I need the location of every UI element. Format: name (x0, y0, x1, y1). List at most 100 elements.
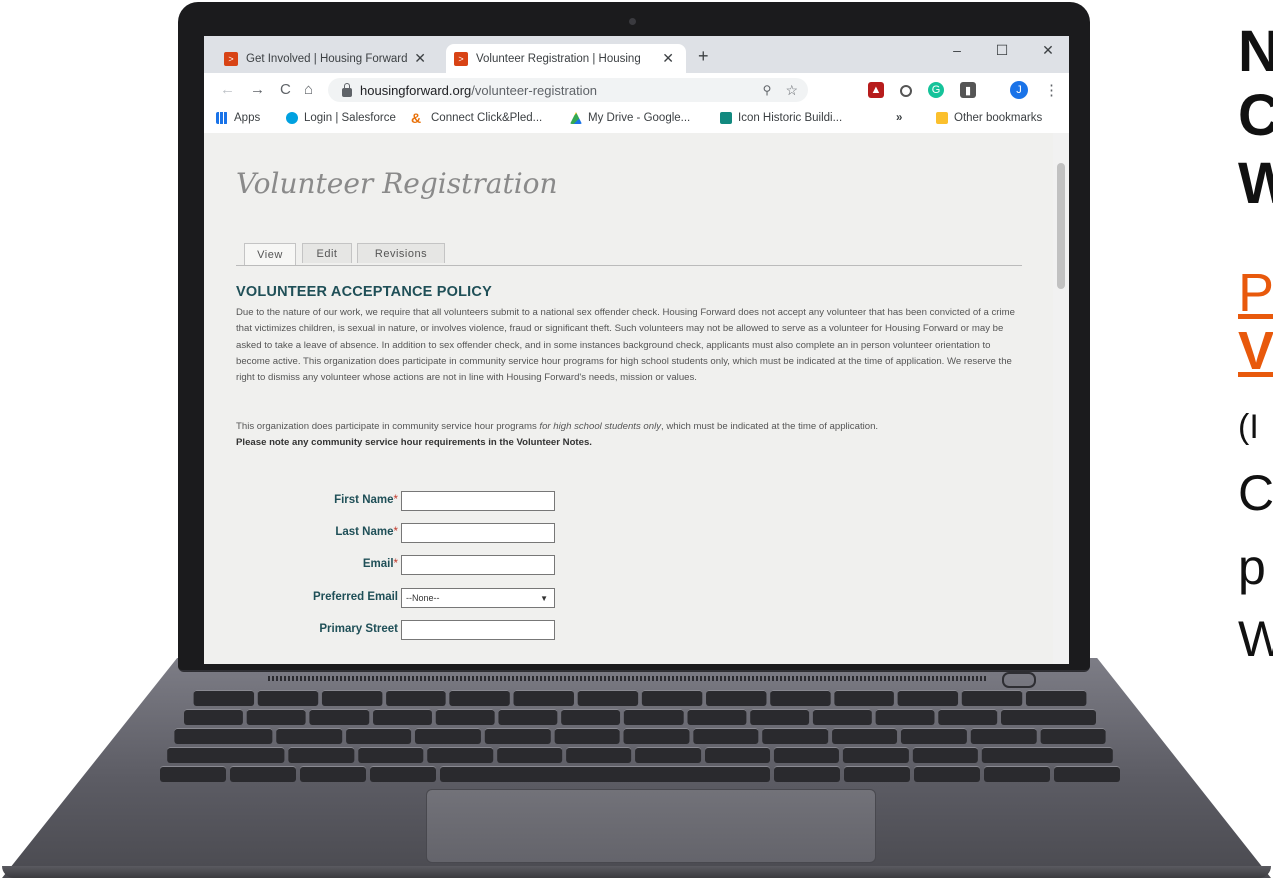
chevron-down-icon: ▼ (540, 593, 548, 603)
bookmark-star-icon[interactable]: ☆ (785, 82, 798, 99)
address-bar[interactable]: housingforward.org/volunteer-registratio… (328, 78, 808, 102)
email-row: Email* (236, 555, 636, 577)
url-path: /volunteer-registration (471, 82, 598, 98)
bookmark-icon-historic[interactable]: Icon Historic Buildi... (720, 112, 842, 124)
bookmark-label: Other bookmarks (954, 112, 1043, 124)
preferred-email-label: Preferred Email (312, 591, 398, 603)
close-tab-icon[interactable]: ✕ (662, 50, 674, 67)
clickpledge-icon: & (411, 110, 422, 126)
primary-street-row: Primary Street (236, 620, 636, 642)
profile-avatar[interactable]: J (1010, 81, 1028, 99)
icon-site-icon (720, 112, 732, 124)
record-extension-icon[interactable] (900, 85, 912, 97)
side-text-line: C (1238, 83, 1273, 148)
preferred-email-row: Preferred Email --None-- ▼ (236, 588, 636, 610)
browser-tab-volunteer-registration[interactable]: > Volunteer Registration | Housing ✕ (446, 44, 686, 73)
minimize-window-icon[interactable]: – (946, 42, 968, 58)
content-tabs: View Edit Revisions (236, 243, 1022, 266)
service-note-bold: Please note any community service hour r… (236, 437, 592, 448)
side-text-line: C (1238, 465, 1273, 521)
web-page-content: Volunteer Registration View Edit Revisio… (204, 133, 1069, 664)
power-button (1002, 672, 1036, 688)
side-text-line: W (1238, 151, 1273, 216)
service-note-text: This organization does participate in co… (236, 421, 540, 432)
side-text-line: V (1238, 321, 1273, 381)
service-note-text: , which must be indicated at the time of… (661, 421, 879, 432)
folder-icon (936, 112, 948, 124)
last-name-label: Last Name* (335, 526, 398, 538)
other-bookmarks[interactable]: Other bookmarks (936, 112, 1042, 124)
keyboard (160, 690, 1120, 788)
service-note-emphasis: for high school students only (539, 421, 662, 432)
scrollbar-thumb[interactable] (1057, 163, 1065, 289)
bookmarks-overflow-chevron-icon[interactable]: » (896, 112, 902, 124)
first-name-label: First Name* (334, 494, 398, 506)
page-scrollbar[interactable] (1053, 133, 1069, 664)
housing-forward-favicon-icon: > (454, 51, 468, 66)
keyboard-row (184, 709, 1096, 725)
policy-heading: VOLUNTEER ACCEPTANCE POLICY (236, 284, 492, 300)
policy-paragraph: Due to the nature of our work, we requir… (236, 307, 1015, 384)
extension-icon[interactable]: ▮ (960, 82, 976, 98)
grammarly-extension-icon[interactable]: G (928, 82, 944, 98)
first-name-field[interactable] (401, 491, 555, 511)
side-text-line: (I (1238, 408, 1259, 446)
close-tab-icon[interactable]: ✕ (414, 50, 426, 67)
url-host: housingforward.org (360, 82, 472, 98)
last-name-row: Last Name* (236, 523, 636, 545)
bookmark-label: Apps (234, 112, 261, 124)
keyboard-row (193, 690, 1087, 706)
laptop-screen: > Get Involved | Housing Forward ✕ > Vol… (204, 36, 1069, 664)
preferred-email-select[interactable]: --None-- ▼ (401, 588, 555, 608)
primary-street-field[interactable] (401, 620, 555, 640)
menu-kebab-icon[interactable]: ⋮ (1044, 81, 1059, 99)
preferred-email-value: --None-- (406, 593, 440, 603)
keyboard-row (174, 728, 1106, 744)
laptop-front-edge (2, 866, 1271, 878)
housing-forward-favicon-icon: > (224, 51, 238, 66)
browser-toolbar: ← → C ⌂ housingforward.org/volunteer-reg… (204, 73, 1069, 107)
tab-edit[interactable]: Edit (302, 243, 352, 263)
reload-icon[interactable]: C (280, 81, 291, 98)
zoom-icon[interactable]: ⚲ (763, 83, 772, 97)
side-caption: N C W P V (I C p W (1238, 0, 1273, 881)
primary-street-label: Primary Street (319, 623, 398, 635)
tab-title: Volunteer Registration | Housing (476, 52, 641, 65)
trackpad (426, 789, 876, 863)
keyboard-row (167, 747, 1113, 763)
bookmark-drive[interactable]: My Drive - Google... (570, 112, 690, 124)
browser-tab-strip: > Get Involved | Housing Forward ✕ > Vol… (204, 36, 1069, 73)
webcam-icon (629, 18, 636, 25)
tab-title: Get Involved | Housing Forward (246, 52, 408, 65)
bookmark-apps[interactable]: Apps (216, 112, 260, 124)
bookmark-salesforce[interactable]: Login | Salesforce (286, 112, 396, 124)
back-arrow-icon[interactable]: ← (220, 81, 235, 98)
email-label: Email* (362, 558, 398, 570)
forward-arrow-icon[interactable]: → (250, 81, 265, 98)
home-icon[interactable]: ⌂ (304, 81, 313, 98)
email-field[interactable] (401, 555, 555, 575)
new-tab-icon[interactable]: + (698, 46, 709, 67)
acrobat-extension-icon[interactable]: ▲ (868, 82, 884, 98)
service-hours-note: This organization does participate in co… (236, 419, 1026, 451)
close-window-icon[interactable]: ✕ (1037, 42, 1059, 59)
bookmark-label: Icon Historic Buildi... (738, 112, 843, 124)
bookmark-clickpledge[interactable]: & Connect Click&Pled... (411, 110, 543, 126)
tab-view[interactable]: View (244, 243, 296, 265)
tab-revisions[interactable]: Revisions (357, 243, 445, 263)
apps-grid-icon (216, 112, 228, 124)
last-name-field[interactable] (401, 523, 555, 543)
drive-icon (570, 112, 582, 124)
bookmark-label: Login | Salesforce (304, 112, 396, 124)
browser-tab-get-involved[interactable]: > Get Involved | Housing Forward ✕ (216, 44, 438, 73)
bookmark-label: Connect Click&Pled... (431, 112, 543, 124)
side-text-line: p (1238, 539, 1266, 595)
page-title: Volunteer Registration (236, 167, 558, 200)
bookmarks-bar: Apps Login | Salesforce & Connect Click&… (204, 107, 1069, 134)
side-text-line: W (1238, 611, 1273, 667)
salesforce-icon (286, 112, 298, 124)
lock-icon (342, 82, 352, 97)
keyboard-row (160, 766, 1120, 782)
maximize-window-icon[interactable]: ☐ (991, 42, 1013, 59)
first-name-row: First Name* (236, 491, 636, 513)
